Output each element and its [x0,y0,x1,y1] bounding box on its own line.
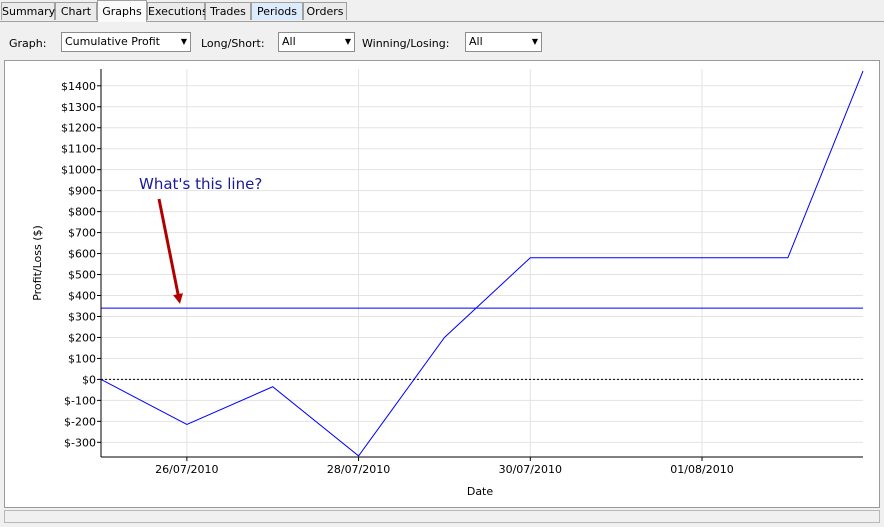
y-tick-label: $900 [68,185,96,198]
y-tick-label: $500 [68,269,96,282]
filter-toolbar: Graph: Cumulative Profit ▼ Long/Short: A… [0,22,884,60]
y-tick-label: $700 [68,227,96,240]
annotation-text: What's this line? [139,175,262,193]
y-tick-label: $-300 [64,436,96,449]
x-tick-label: 28/07/2010 [327,463,390,476]
tab-chart[interactable]: Chart [55,2,97,20]
annotation-arrow [157,198,183,304]
y-tick-label: $600 [68,248,96,261]
longshort-label: Long/Short: [201,37,265,50]
longshort-select-value: All [282,35,296,48]
status-bar [4,510,880,523]
graph-select-value: Cumulative Profit [65,35,160,48]
chevron-down-icon: ▼ [344,37,351,46]
x-tick-label: 30/07/2010 [499,463,562,476]
y-tick-label: $0 [82,373,96,386]
tab-summary[interactable]: Summary [1,2,55,20]
tab-trades[interactable]: Trades [205,2,251,20]
y-tick-label: $-100 [64,394,96,407]
x-tick-label: 01/08/2010 [670,463,733,476]
series-line [100,70,864,457]
longshort-select[interactable]: All ▼ [278,32,355,52]
tab-graphs[interactable]: Graphs [97,0,147,22]
chevron-down-icon: ▼ [180,37,187,46]
profit-chart: $-300 $-200 $-100 $0 $100 $200 $300 $400 $500 $60… [31,69,864,498]
chevron-down-icon: ▼ [531,37,538,46]
winlose-select[interactable]: All ▼ [465,32,542,52]
chart-panel: $-300 $-200 $-100 $0 $100 $200 $300 $400 $500 $60… [4,60,880,508]
tab-executions[interactable]: Executions [147,2,208,20]
y-tick-label: $-200 [64,415,96,428]
y-tick-label: $1200 [61,122,96,135]
x-tick-label: 26/07/2010 [155,463,218,476]
y-tick-label: $1000 [61,164,96,177]
y-tick-label: $1300 [61,101,96,114]
tab-orders[interactable]: Orders [303,2,347,20]
y-axis-label: Profit/Loss ($) [31,225,44,301]
graph-select[interactable]: Cumulative Profit ▼ [61,32,191,52]
y-tick-label: $200 [68,331,96,344]
y-tick-label: $1100 [61,143,96,156]
winlose-select-value: All [469,35,483,48]
tab-periods[interactable]: Periods [251,2,303,20]
y-tick-label: $300 [68,310,96,323]
winlose-label: Winning/Losing: [362,37,450,50]
tab-strip: Summary Chart Graphs Executions Trades Period… [0,0,884,22]
graph-label: Graph: [9,37,47,50]
x-axis-label: Date [467,485,494,498]
y-tick-label: $1400 [61,80,96,93]
y-tick-label: $800 [68,206,96,219]
y-tick-label: $100 [68,352,96,365]
y-tick-label: $400 [68,290,96,303]
